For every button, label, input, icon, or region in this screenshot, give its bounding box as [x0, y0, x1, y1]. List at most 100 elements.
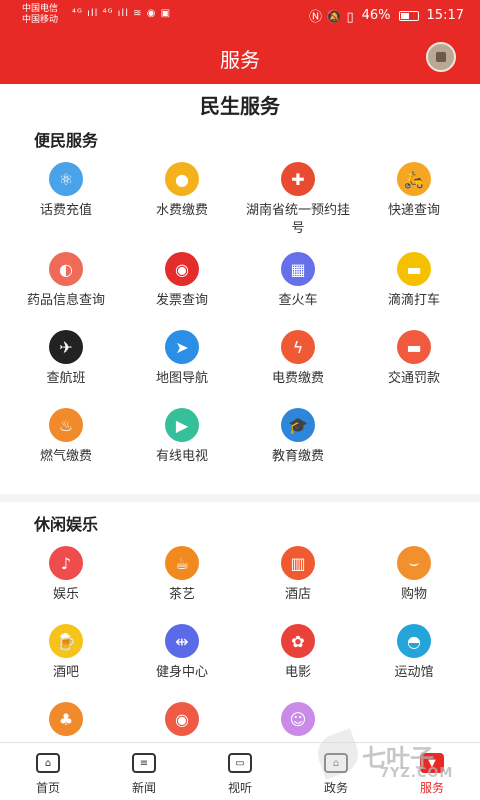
nav-label: 视听: [227, 781, 252, 795]
service-item[interactable]: ➤ 地图导航: [128, 324, 236, 402]
delivery-scooter-icon: 🛵: [397, 162, 431, 196]
camera-icon: ◉: [165, 702, 199, 736]
service-item[interactable]: ♪ 娱乐: [12, 540, 120, 618]
hotel-building-icon: ▥: [281, 546, 315, 580]
service-item[interactable]: ♣: [12, 696, 120, 742]
avatar[interactable]: [426, 42, 456, 72]
service-label: 交通罚款: [387, 371, 440, 386]
water-drop-icon: ●: [165, 162, 199, 196]
beauty-woman-icon: ☺: [281, 702, 315, 736]
lightning-icon: ϟ: [281, 330, 315, 364]
service-label: 运动馆: [394, 665, 434, 680]
carrier-mobile: 中国移动: [22, 15, 59, 25]
section-title: 便民服务: [34, 131, 99, 150]
watermark-subtext: 7YZ.COM: [380, 766, 454, 781]
shopping-bag-icon: ⌣: [397, 546, 431, 580]
section-title: 休闲娱乐: [34, 515, 99, 534]
service-sections: 便民服务 ⚛ 话费充值 ● 水费缴费 ✚ 湖南省统一预约挂号 🛵 快递查询 ◐ 药品信息查询 ◉ 发票查…: [0, 118, 480, 742]
service-label: 健身中心: [155, 665, 208, 680]
service-item[interactable]: ✚ 湖南省统一预约挂号: [244, 156, 352, 246]
service-item[interactable]: 🍺 酒吧: [12, 618, 120, 696]
service-label: 湖南省统一预约挂号: [245, 203, 350, 236]
home-icon: ⌂: [36, 753, 60, 773]
service-label: 燃气缴费: [39, 449, 92, 464]
service-label: 水费缴费: [155, 203, 208, 218]
no-entry-icon: ▬: [397, 330, 431, 364]
service-label: 地图导航: [155, 371, 208, 386]
battery-icon: [398, 10, 419, 21]
service-item[interactable]: ▬ 交通罚款: [360, 324, 468, 402]
service-item[interactable]: ϟ 电费缴费: [244, 324, 352, 402]
service-item[interactable]: ♨ 燃气缴费: [12, 402, 120, 480]
service-item[interactable]: ◓ 运动馆: [360, 618, 468, 696]
status-right: Ⓝ 🔕 ▯ 46% 15:17: [309, 6, 464, 25]
service-item[interactable]: ✿ 电影: [244, 618, 352, 696]
nav-item[interactable]: ⌂ 首页: [0, 743, 96, 800]
graduation-cap-icon: 🎓: [281, 408, 315, 442]
service-item[interactable]: ⌣ 购物: [360, 540, 468, 618]
app-header: 服务: [0, 30, 480, 84]
service-grid: ⚛ 话费充值 ● 水费缴费 ✚ 湖南省统一预约挂号 🛵 快递查询 ◐ 药品信息查询 ◉ 发票查询 ▦ 查火…: [0, 156, 480, 480]
nfc-silent-vibrate-icons: Ⓝ 🔕 ▯: [309, 10, 354, 25]
invoice-seal-icon: ◉: [165, 252, 199, 286]
service-item[interactable]: ◐ 药品信息查询: [12, 246, 120, 324]
service-item[interactable]: 🎓 教育缴费: [244, 402, 352, 480]
page-title: 民生服务: [0, 84, 480, 118]
service-label: 酒吧: [52, 665, 79, 680]
service-item[interactable]: ▦ 查火车: [244, 246, 352, 324]
service-label: 电影: [284, 665, 311, 680]
service-item[interactable]: ⚛ 话费充值: [12, 156, 120, 234]
navigation-arrow-icon: ➤: [165, 330, 199, 364]
tree-icon: ♣: [49, 702, 83, 736]
service-item[interactable]: 🛵 快递查询: [360, 156, 468, 234]
tea-cup-icon: ☕: [165, 546, 199, 580]
service-item[interactable]: ✈ 查航班: [12, 324, 120, 402]
service-section: 休闲娱乐 ♪ 娱乐 ☕ 茶艺 ▥ 酒店 ⌣ 购物 🍺 酒吧 ⇹ 健身中心 ✿ 电影 ◓ 运动馆 ♣ ◉ ☺: [0, 502, 480, 742]
nav-label: 首页: [35, 781, 60, 795]
train-icon: ▦: [281, 252, 315, 286]
carrier-info: 中国电信 中国移动: [22, 4, 58, 26]
service-label: 滴滴打车: [387, 293, 440, 308]
service-item[interactable]: ◉ 发票查询: [128, 246, 236, 324]
service-label: 药品信息查询: [26, 293, 105, 308]
signal-wifi-icons: ⁴ᴳ ıll ⁴ᴳ ıll ≋ ◉ ▣: [72, 8, 172, 19]
news-icon: ≡: [132, 753, 156, 773]
service-label: 发票查询: [155, 293, 208, 308]
service-item[interactable]: ⇹ 健身中心: [128, 618, 236, 696]
service-item[interactable]: ▥ 酒店: [244, 540, 352, 618]
service-label: 话费充值: [39, 203, 92, 218]
service-item[interactable]: ● 水费缴费: [128, 156, 236, 234]
nav-item[interactable]: ≡ 新闻: [96, 743, 192, 800]
film-reel-icon: ✿: [281, 624, 315, 658]
nav-item[interactable]: ▭ 视听: [192, 743, 288, 800]
service-grid: ♪ 娱乐 ☕ 茶艺 ▥ 酒店 ⌣ 购物 🍺 酒吧 ⇹ 健身中心 ✿ 电影 ◓ 运动馆 ♣ ◉ ☺: [0, 540, 480, 742]
stadium-icon: ◓: [397, 624, 431, 658]
status-bar: 中国电信 中国移动 ⁴ᴳ ıll ⁴ᴳ ıll ≋ ◉ ▣ Ⓝ 🔕 ▯ 46% …: [0, 0, 480, 30]
service-item[interactable]: ▬ 滴滴打车: [360, 246, 468, 324]
service-label: 快递查询: [387, 203, 440, 218]
atom-icon: ⚛: [49, 162, 83, 196]
medical-laptop-icon: ✚: [281, 162, 315, 196]
service-item[interactable]: ☕ 茶艺: [128, 540, 236, 618]
service-label: 教育缴费: [271, 449, 324, 464]
header-title: 服务: [220, 48, 260, 72]
service-label: 有线电视: [155, 449, 208, 464]
pill-icon: ◐: [49, 252, 83, 286]
service-label: 茶艺: [168, 587, 195, 602]
airplane-globe-icon: ✈: [49, 330, 83, 364]
music-note-icon: ♪: [49, 546, 83, 580]
carrier-telecom: 中国电信: [22, 4, 59, 14]
beer-icon: 🍺: [49, 624, 83, 658]
tv-play-icon: ▶: [165, 408, 199, 442]
service-label: 电费缴费: [271, 371, 324, 386]
service-item[interactable]: ◉: [128, 696, 236, 742]
service-section: 便民服务 ⚛ 话费充值 ● 水费缴费 ✚ 湖南省统一预约挂号 🛵 快递查询 ◐ 药品信息查询 ◉ 发票查…: [0, 118, 480, 494]
video-camera-icon: ▭: [228, 753, 252, 773]
watermark: 七叶子 7YZ.COM: [312, 728, 464, 788]
service-label: 购物: [400, 587, 427, 602]
service-label: 酒店: [284, 587, 311, 602]
service-content[interactable]: 民生服务 便民服务 ⚛ 话费充值 ● 水费缴费 ✚ 湖南省统一预约挂号 🛵 快递查询 ◐ 药品信息查…: [0, 84, 480, 742]
leaf-logo-icon: [312, 728, 364, 780]
service-item[interactable]: ▶ 有线电视: [128, 402, 236, 480]
nav-label: 新闻: [131, 781, 156, 795]
